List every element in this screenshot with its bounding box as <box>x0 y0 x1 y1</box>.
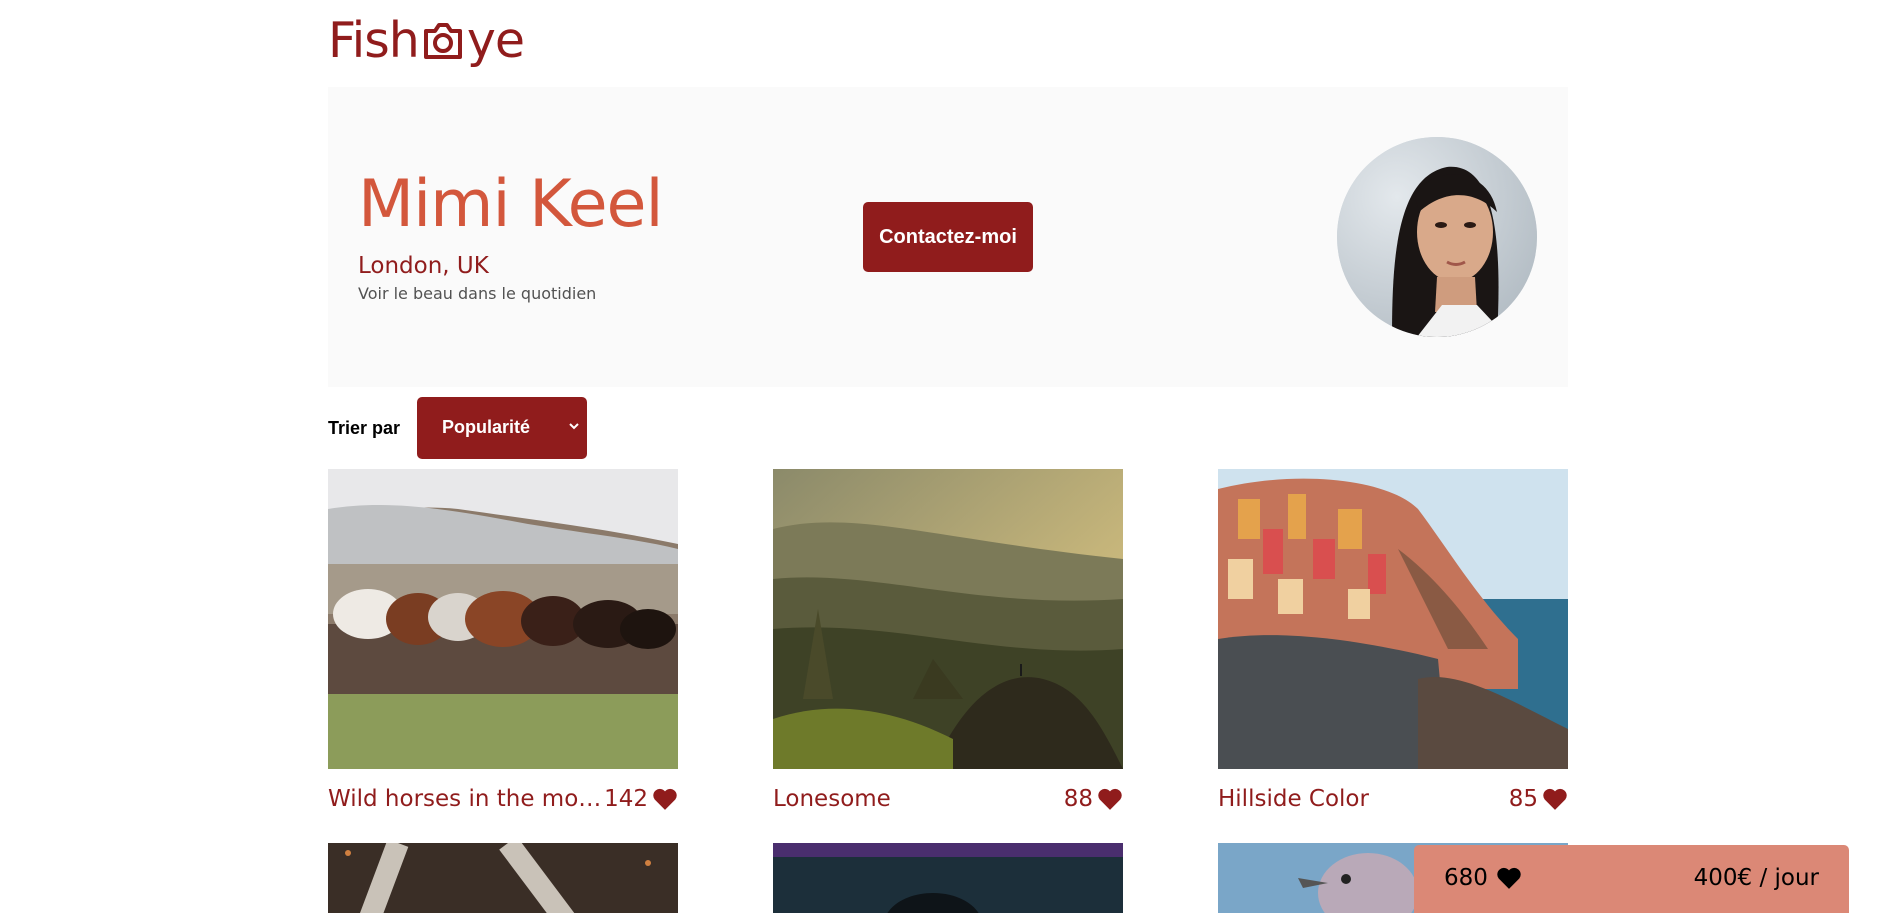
media-thumbnail[interactable] <box>328 843 678 913</box>
media-likes: 88 <box>1064 786 1123 812</box>
contact-button[interactable]: Contactez-moi <box>863 202 1033 272</box>
camera-icon <box>423 23 462 59</box>
logo-text-right: ye <box>466 11 525 69</box>
sort-selected-value: Popularité <box>442 417 531 437</box>
likes-count: 142 <box>604 786 648 812</box>
photographer-location: London, UK <box>358 253 489 279</box>
sort-label: Trier par <box>328 418 401 438</box>
media-likes: 142 <box>604 786 678 812</box>
heart-icon <box>1497 867 1521 889</box>
media-caption: Hillside Color 85 <box>1218 785 1568 813</box>
heart-icon[interactable] <box>1542 787 1568 811</box>
heart-icon[interactable] <box>1097 787 1123 811</box>
sort-select[interactable]: Popularité <box>417 397 587 459</box>
media-title: Hillside Color <box>1218 786 1369 812</box>
media-thumbnail[interactable] <box>328 469 678 769</box>
media-card: Hillside Color 85 <box>1218 469 1568 812</box>
photographer-name: Mimi Keel <box>358 167 664 242</box>
fisheye-logo[interactable]: Fish ye <box>328 11 525 69</box>
photographer-header: Mimi Keel London, UK Voir le beau dans l… <box>328 87 1568 387</box>
avatar <box>1337 137 1537 337</box>
total-likes: 680 <box>1444 865 1522 891</box>
media-card: Lonesome 88 <box>773 469 1123 812</box>
heart-icon[interactable] <box>652 787 678 811</box>
logo-text-left: Fish <box>328 11 420 69</box>
total-likes-count: 680 <box>1444 865 1488 891</box>
media-card: Wild horses in the moun… 142 <box>328 469 678 812</box>
media-thumbnail[interactable] <box>773 843 1123 913</box>
photographer-tagline: Voir le beau dans le quotidien <box>358 284 597 303</box>
daily-price: 400€ / jour <box>1693 865 1819 891</box>
media-thumbnail[interactable] <box>1218 469 1568 769</box>
likes-count: 88 <box>1063 786 1093 812</box>
stats-bar: 680 400€ / jour <box>1414 845 1849 913</box>
media-likes: 85 <box>1509 786 1568 812</box>
media-caption: Lonesome 88 <box>773 785 1123 813</box>
media-title: Wild horses in the moun… <box>328 786 605 812</box>
media-title: Lonesome <box>773 786 891 812</box>
chevron-down-icon <box>569 423 579 430</box>
likes-count: 85 <box>1508 786 1538 812</box>
media-thumbnail[interactable] <box>773 469 1123 769</box>
media-caption: Wild horses in the moun… 142 <box>328 785 678 813</box>
